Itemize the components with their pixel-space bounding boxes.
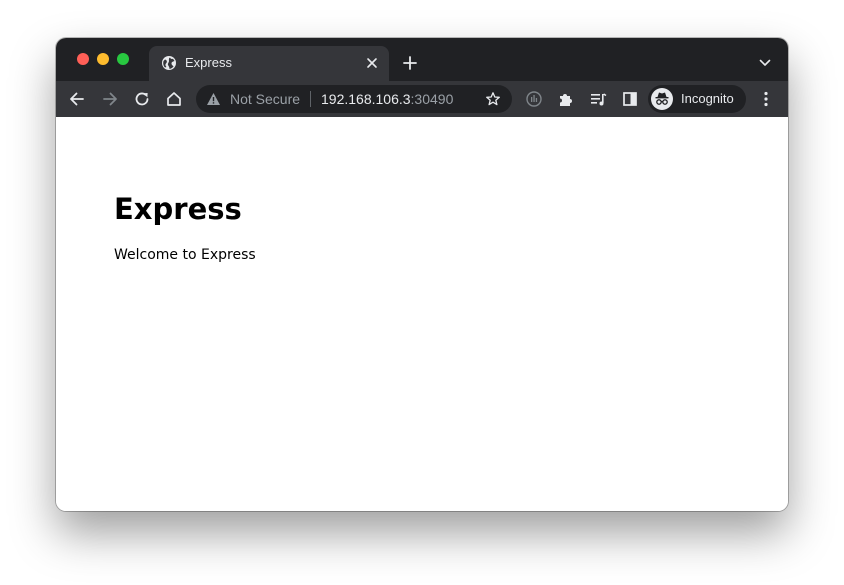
title-bar: Express — [56, 38, 788, 81]
warning-icon[interactable] — [206, 92, 221, 106]
close-window-button[interactable] — [77, 53, 89, 65]
url-port: :30490 — [410, 91, 454, 107]
forward-arrow-icon[interactable] — [101, 90, 119, 108]
side-panel-icon[interactable] — [621, 90, 639, 108]
omnibox-divider — [310, 91, 311, 107]
bookmark-star-icon[interactable] — [485, 91, 501, 107]
toolbar: Not Secure 192.168.106.3:30490 Incognito — [56, 81, 788, 117]
page-content: Express Welcome to Express — [56, 117, 788, 511]
maximize-window-button[interactable] — [117, 53, 129, 65]
minimize-window-button[interactable] — [97, 53, 109, 65]
chevron-down-icon[interactable] — [758, 56, 772, 70]
back-arrow-icon[interactable] — [68, 90, 86, 108]
welcome-text: Welcome to Express — [114, 247, 256, 263]
new-tab-icon[interactable] — [402, 55, 418, 71]
incognito-label: Incognito — [681, 91, 734, 106]
browser-window: Express Not Secure 192.168.106.3:30490 I… — [56, 38, 788, 511]
close-tab-icon[interactable] — [365, 56, 379, 70]
home-icon[interactable] — [165, 90, 183, 108]
incognito-profile-button[interactable]: Incognito — [648, 85, 746, 113]
tab-title: Express — [185, 55, 232, 70]
tab-express[interactable]: Express — [149, 46, 389, 81]
address-bar[interactable]: Not Secure 192.168.106.3:30490 — [196, 85, 512, 113]
url-text[interactable]: 192.168.106.3:30490 — [321, 91, 453, 107]
security-label[interactable]: Not Secure — [230, 91, 300, 107]
url-host: 192.168.106.3 — [321, 91, 411, 107]
more-menu-icon[interactable] — [759, 90, 773, 108]
globe-icon — [161, 55, 177, 71]
puzzle-extensions-icon[interactable] — [557, 90, 575, 108]
incognito-icon — [651, 88, 673, 110]
extension-badge-icon[interactable] — [525, 90, 543, 108]
media-queue-icon[interactable] — [589, 90, 607, 108]
reload-icon[interactable] — [133, 90, 151, 108]
page-heading: Express — [114, 192, 242, 226]
